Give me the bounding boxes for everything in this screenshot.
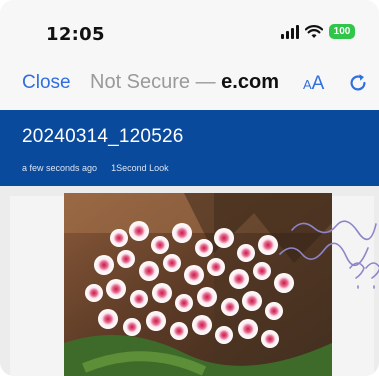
- text-size-button[interactable]: AA: [303, 73, 324, 95]
- battery-icon: 100: [329, 24, 355, 39]
- url-domain: e.com: [221, 71, 279, 93]
- url-security-label: Not Secure —: [90, 71, 222, 93]
- status-icons: 100: [281, 24, 355, 39]
- close-button[interactable]: Close: [22, 72, 71, 94]
- address-bar: Close Not Secure — e.com AA: [0, 58, 379, 111]
- page-header: 20240314_120526 a few seconds ago 1Secon…: [0, 110, 379, 186]
- url-field[interactable]: Not Secure — e.com: [90, 71, 279, 94]
- text-size-small-a: A: [303, 77, 312, 92]
- signal-icon: [281, 24, 299, 39]
- wifi-icon: [305, 24, 323, 38]
- status-bar: 12:05 100: [0, 0, 379, 58]
- timestamp: a few seconds ago: [22, 163, 98, 173]
- text-size-large-a: A: [311, 73, 325, 94]
- orchid-photo[interactable]: [64, 193, 332, 376]
- status-time: 12:05: [46, 24, 105, 45]
- view-mode-label: 1Second Look: [111, 163, 169, 173]
- reload-icon[interactable]: [347, 72, 369, 94]
- page-title: 20240314_120526: [22, 126, 184, 147]
- page-meta: a few seconds ago 1Second Look: [22, 163, 169, 173]
- browser-window: 12:05 100 Close Not Secure — e.com AA 20…: [0, 0, 379, 376]
